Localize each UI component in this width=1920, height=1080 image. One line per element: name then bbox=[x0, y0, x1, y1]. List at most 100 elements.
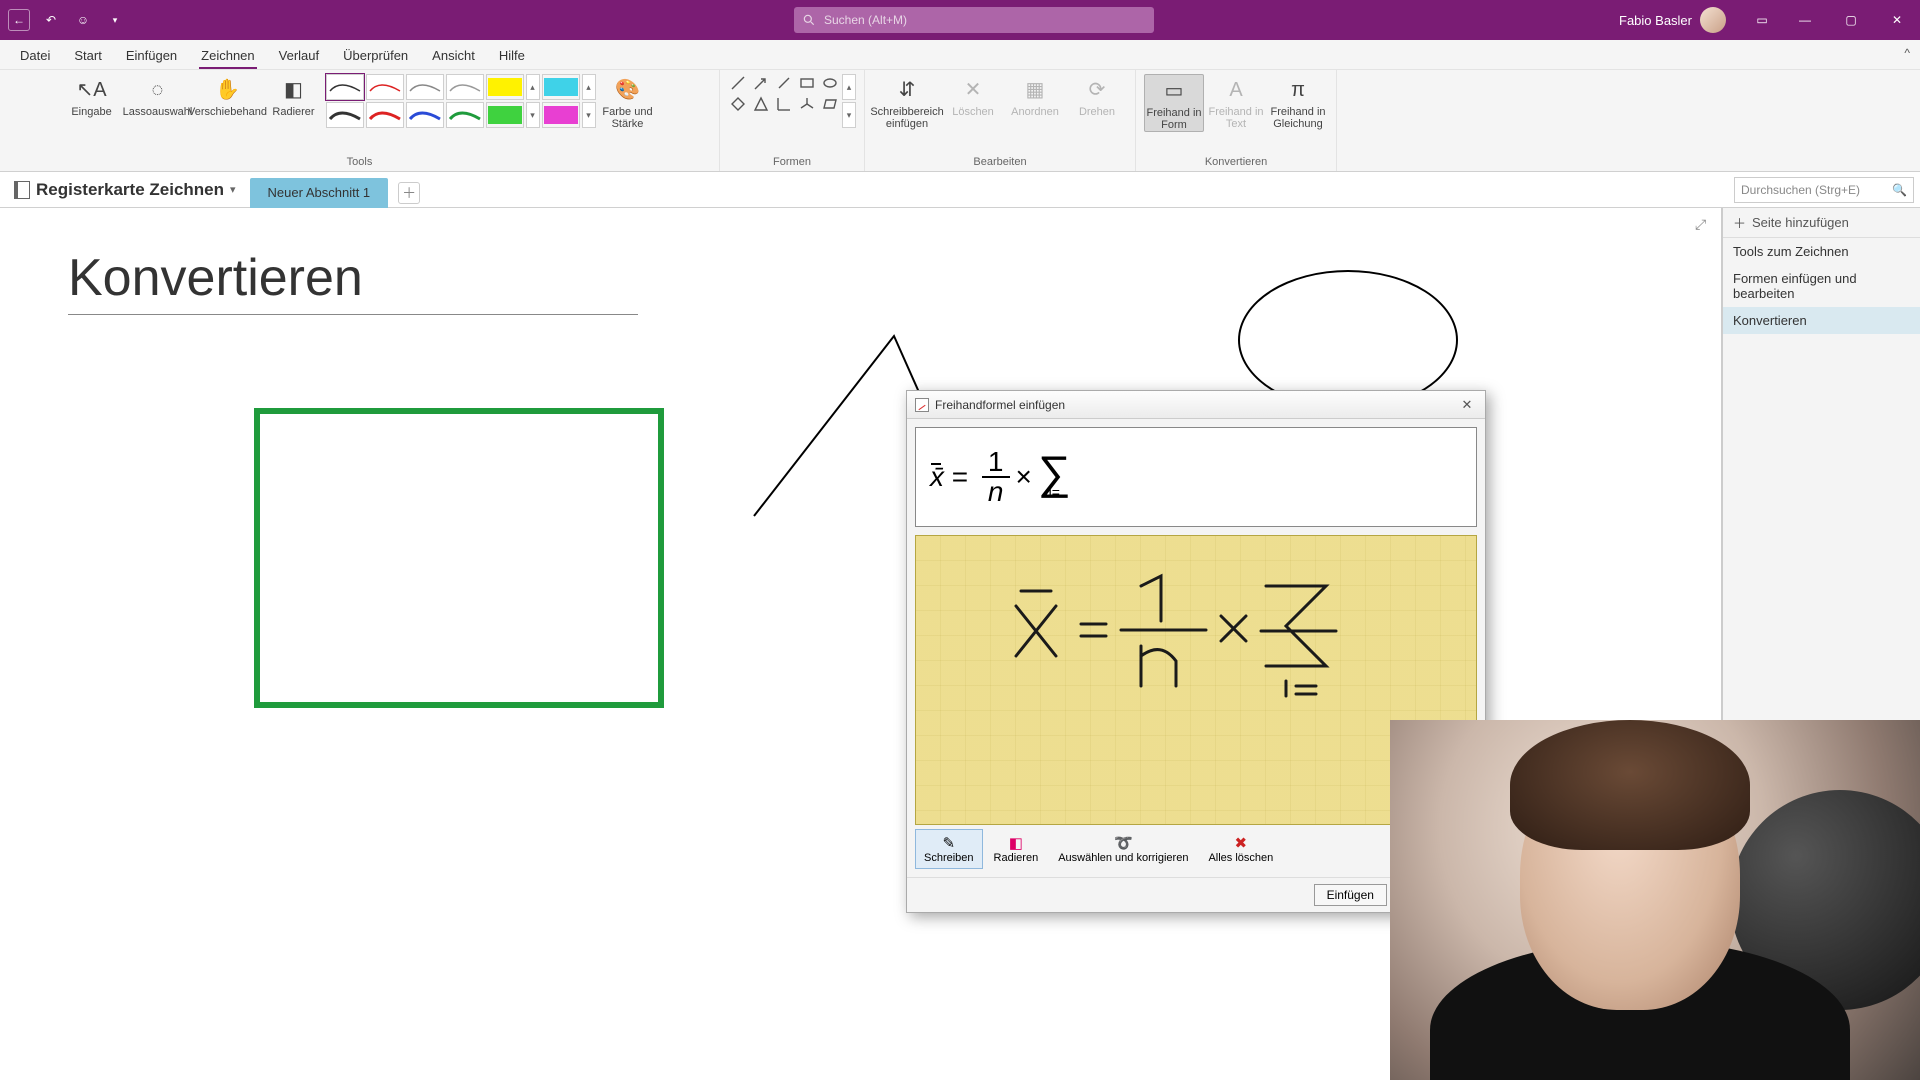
minimize-button[interactable]: — bbox=[1782, 0, 1828, 40]
ink-to-math-button[interactable]: π Freihand in Gleichung bbox=[1268, 74, 1328, 130]
tab-hilfe[interactable]: Hilfe bbox=[487, 42, 537, 69]
shape-rectangle-green[interactable] bbox=[254, 408, 664, 708]
dialog-title: Freihandformel einfügen bbox=[935, 398, 1065, 412]
section-tab[interactable]: Neuer Abschnitt 1 bbox=[250, 178, 389, 208]
close-button[interactable]: ✕ bbox=[1874, 0, 1920, 40]
equation-preview: x̄ = 1 n × ∑ i= bbox=[915, 427, 1477, 527]
user-name: Fabio Basler bbox=[1619, 13, 1692, 28]
group-label-edit: Bearbeiten bbox=[973, 154, 1026, 169]
delete-icon: ✕ bbox=[959, 76, 987, 104]
rotate-button: ⟳ Drehen bbox=[1067, 74, 1127, 118]
ribbon-mode-button[interactable]: ▭ bbox=[1742, 0, 1782, 40]
shape-gallery[interactable] bbox=[728, 74, 840, 128]
tool-select-correct-button[interactable]: ➰ Auswählen und korrigieren bbox=[1049, 829, 1197, 869]
hl-gallery-more[interactable]: ▾ bbox=[582, 102, 596, 128]
shape-gallery-more[interactable]: ▾ bbox=[842, 102, 856, 128]
group-label-shapes: Formen bbox=[773, 154, 811, 169]
add-page-button[interactable]: ＋ Seite hinzufügen bbox=[1723, 208, 1920, 238]
webcam-overlay bbox=[1390, 720, 1920, 1080]
chevron-down-icon: ▾ bbox=[230, 183, 236, 196]
nav-back-button[interactable]: ← bbox=[8, 9, 30, 31]
shape-parallelogram[interactable] bbox=[820, 95, 840, 113]
clear-icon: ✖ bbox=[1230, 834, 1252, 852]
pen-gallery-more[interactable]: ▾ bbox=[526, 102, 540, 128]
highlighter-magenta[interactable] bbox=[542, 102, 580, 128]
add-section-button[interactable]: ＋ bbox=[398, 182, 420, 204]
shape-axes3[interactable] bbox=[797, 95, 817, 113]
eraser-button[interactable]: ◧ Radierer bbox=[264, 74, 324, 118]
hl-gallery-up[interactable]: ▴ bbox=[582, 74, 596, 100]
tab-zeichnen[interactable]: Zeichnen bbox=[189, 42, 266, 69]
pen-gallery[interactable] bbox=[326, 74, 524, 128]
tab-verlauf[interactable]: Verlauf bbox=[267, 42, 331, 69]
tab-einfuegen[interactable]: Einfügen bbox=[114, 42, 189, 69]
ink-to-shape-button[interactable]: ▭ Freihand in Form bbox=[1144, 74, 1204, 132]
shape-axes2[interactable] bbox=[774, 95, 794, 113]
shape-gallery-up[interactable]: ▴ bbox=[842, 74, 856, 100]
page-entry-2[interactable]: Konvertieren bbox=[1723, 307, 1920, 334]
dialog-icon bbox=[915, 398, 929, 412]
ink-input-button[interactable]: ↖A Eingabe bbox=[62, 74, 122, 118]
shape-rect[interactable] bbox=[797, 74, 817, 92]
pen-blue-thick[interactable] bbox=[406, 102, 444, 128]
delete-button: ✕ Löschen bbox=[943, 74, 1003, 118]
avatar[interactable] bbox=[1700, 7, 1726, 33]
shape-double-arrow[interactable] bbox=[774, 74, 794, 92]
dialog-insert-button[interactable]: Einfügen bbox=[1314, 884, 1387, 906]
cursor-icon: ↖A bbox=[78, 76, 106, 104]
page-entry-0[interactable]: Tools zum Zeichnen bbox=[1723, 238, 1920, 265]
pan-button[interactable]: ✋ Verschiebehand bbox=[194, 74, 262, 118]
pen-teal-thin[interactable] bbox=[446, 74, 484, 100]
tab-datei[interactable]: Datei bbox=[8, 42, 62, 69]
pen-red-thin[interactable] bbox=[366, 74, 404, 100]
insert-space-button[interactable]: ⇵ Schreibbereich einfügen bbox=[873, 74, 941, 130]
tab-ansicht[interactable]: Ansicht bbox=[420, 42, 487, 69]
shape-ellipse[interactable] bbox=[820, 74, 840, 92]
group-label-convert: Konvertieren bbox=[1205, 154, 1267, 169]
global-search-input[interactable]: Suchen (Alt+M) bbox=[794, 7, 1154, 33]
tool-erase-button[interactable]: ◧ Radieren bbox=[985, 829, 1048, 869]
undo-button[interactable]: ↶ bbox=[40, 9, 62, 31]
maximize-button[interactable]: ▢ bbox=[1828, 0, 1874, 40]
tool-write-button[interactable]: ✎ Schreiben bbox=[915, 829, 983, 869]
page-entry-1[interactable]: Formen einfügen und bearbeiten bbox=[1723, 265, 1920, 307]
tab-ueberpruefen[interactable]: Überprüfen bbox=[331, 42, 420, 69]
emoji-button[interactable]: ☺ bbox=[72, 9, 94, 31]
eraser-icon: ◧ bbox=[280, 76, 308, 104]
lasso-icon: ➰ bbox=[1112, 834, 1134, 852]
tool-clear-button[interactable]: ✖ Alles löschen bbox=[1199, 829, 1282, 869]
pen-gallery-up[interactable]: ▴ bbox=[526, 74, 540, 100]
search-placeholder: Suchen (Alt+M) bbox=[824, 13, 907, 27]
pen-black-thin[interactable] bbox=[326, 74, 364, 100]
pen-red-thick[interactable] bbox=[366, 102, 404, 128]
rotate-icon: ⟳ bbox=[1083, 76, 1111, 104]
ribbon-collapse-icon[interactable]: ^ bbox=[1904, 46, 1910, 60]
tab-start[interactable]: Start bbox=[62, 42, 113, 69]
highlighter-green[interactable] bbox=[486, 102, 524, 128]
pen-gray-thin[interactable] bbox=[406, 74, 444, 100]
highlighter-cyan[interactable] bbox=[542, 74, 580, 100]
arrange-button: ▦ Anordnen bbox=[1005, 74, 1065, 118]
notebook-dropdown[interactable]: Registerkarte Zeichnen ▾ bbox=[0, 180, 250, 200]
qat-dropdown[interactable]: ▾ bbox=[104, 9, 126, 31]
shape-triangle[interactable] bbox=[751, 95, 771, 113]
ink-shape-icon: ▭ bbox=[1160, 77, 1188, 105]
palette-icon: 🎨 bbox=[614, 76, 642, 104]
color-thickness-button[interactable]: 🎨 Farbe und Stärke bbox=[598, 74, 658, 130]
dialog-close-button[interactable]: ✕ bbox=[1457, 397, 1477, 413]
shape-arrow[interactable] bbox=[751, 74, 771, 92]
highlighter-yellow[interactable] bbox=[486, 74, 524, 100]
ink-to-text-button: A Freihand in Text bbox=[1206, 74, 1266, 130]
ink-math-icon: π bbox=[1284, 76, 1312, 104]
ink-text-icon: A bbox=[1222, 76, 1250, 104]
pen-black-thick[interactable] bbox=[326, 102, 364, 128]
eraser-icon: ◧ bbox=[1005, 834, 1027, 852]
shape-diamond[interactable] bbox=[728, 95, 748, 113]
pen-icon: ✎ bbox=[938, 834, 960, 852]
lasso-select-button[interactable]: ◌ Lassoauswahl bbox=[124, 74, 192, 118]
pen-green-thick[interactable] bbox=[446, 102, 484, 128]
insert-space-icon: ⇵ bbox=[893, 76, 921, 104]
shape-ellipse[interactable] bbox=[1238, 270, 1458, 410]
hand-icon: ✋ bbox=[214, 76, 242, 104]
shape-line[interactable] bbox=[728, 74, 748, 92]
